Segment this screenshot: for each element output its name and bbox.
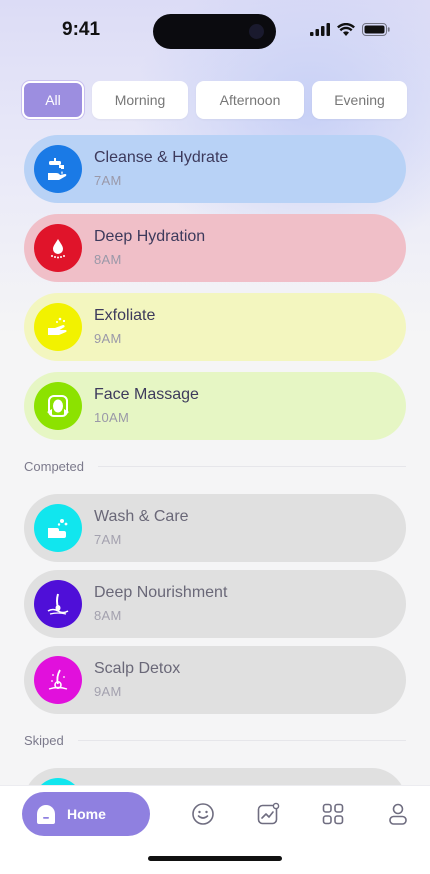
wash-hand-icon <box>34 504 82 552</box>
nav-progress-button[interactable] <box>255 801 281 827</box>
nav-profile-button[interactable] <box>385 801 411 827</box>
task-card-wash-care[interactable]: Wash & Care 7AM <box>24 494 406 562</box>
section-header-completed: Competed <box>24 459 406 474</box>
task-card-exfoliate[interactable]: Exfoliate 9AM <box>24 293 406 361</box>
task-time: 9AM <box>94 331 122 346</box>
task-card-face-massage[interactable]: Face Massage 10AM <box>24 372 406 440</box>
task-title: Scalp Detox <box>94 660 181 677</box>
task-time: 9AM <box>94 684 122 699</box>
task-title: Face Massage <box>94 386 199 403</box>
wifi-icon <box>337 23 355 36</box>
scalp-icon <box>34 656 82 704</box>
chart-trend-icon <box>257 802 280 825</box>
section-header-skipped: Skiped <box>24 733 406 748</box>
grid-icon <box>322 803 344 825</box>
nav-home-button[interactable]: Home <box>22 792 150 836</box>
water-drop-icon <box>34 224 82 272</box>
cellular-signal-icon <box>310 23 330 36</box>
filter-evening[interactable]: Evening <box>312 81 407 119</box>
hair-root-icon <box>34 580 82 628</box>
task-title: Deep Nourishment <box>94 584 228 601</box>
task-title: Wash & Care <box>94 508 189 525</box>
status-bar: 9:41 <box>0 0 430 60</box>
task-card-cleanse-hydrate[interactable]: Cleanse & Hydrate 7AM <box>24 135 406 203</box>
task-title: Cleanse & Hydrate <box>94 149 229 166</box>
section-title: Skiped <box>24 733 64 748</box>
filter-all[interactable]: All <box>22 81 84 119</box>
dynamic-island <box>153 14 276 49</box>
user-icon <box>389 803 407 825</box>
task-card-scalp-detox[interactable]: Scalp Detox 9AM <box>24 646 406 714</box>
bottom-nav: Home <box>0 785 430 874</box>
exfoliate-hand-icon <box>34 303 82 351</box>
task-time: 8AM <box>94 252 122 267</box>
divider <box>77 740 406 741</box>
nav-home-label: Home <box>67 806 106 822</box>
faucet-icon <box>34 145 82 193</box>
task-time: 8AM <box>94 608 122 623</box>
smiley-icon <box>192 803 214 825</box>
home-icon <box>37 805 55 824</box>
time-filter-bar: All Morning Afternoon Evening <box>22 81 407 119</box>
nav-mood-button[interactable] <box>190 801 216 827</box>
task-card-deep-nourishment[interactable]: Deep Nourishment 8AM <box>24 570 406 638</box>
battery-icon <box>362 23 390 36</box>
section-title: Competed <box>24 459 84 474</box>
nav-apps-button[interactable] <box>320 801 346 827</box>
task-title: Exfoliate <box>94 307 156 324</box>
task-title: Deep Hydration <box>94 228 206 245</box>
task-time: 10AM <box>94 410 130 425</box>
home-indicator <box>148 856 282 861</box>
task-card-deep-hydration[interactable]: Deep Hydration 8AM <box>24 214 406 282</box>
divider <box>97 466 406 467</box>
status-time: 9:41 <box>62 19 101 40</box>
task-time: 7AM <box>94 532 122 547</box>
filter-afternoon[interactable]: Afternoon <box>196 81 304 119</box>
filter-morning[interactable]: Morning <box>92 81 188 119</box>
status-icons <box>310 23 390 36</box>
face-massage-icon <box>34 382 82 430</box>
task-time: 7AM <box>94 173 122 188</box>
